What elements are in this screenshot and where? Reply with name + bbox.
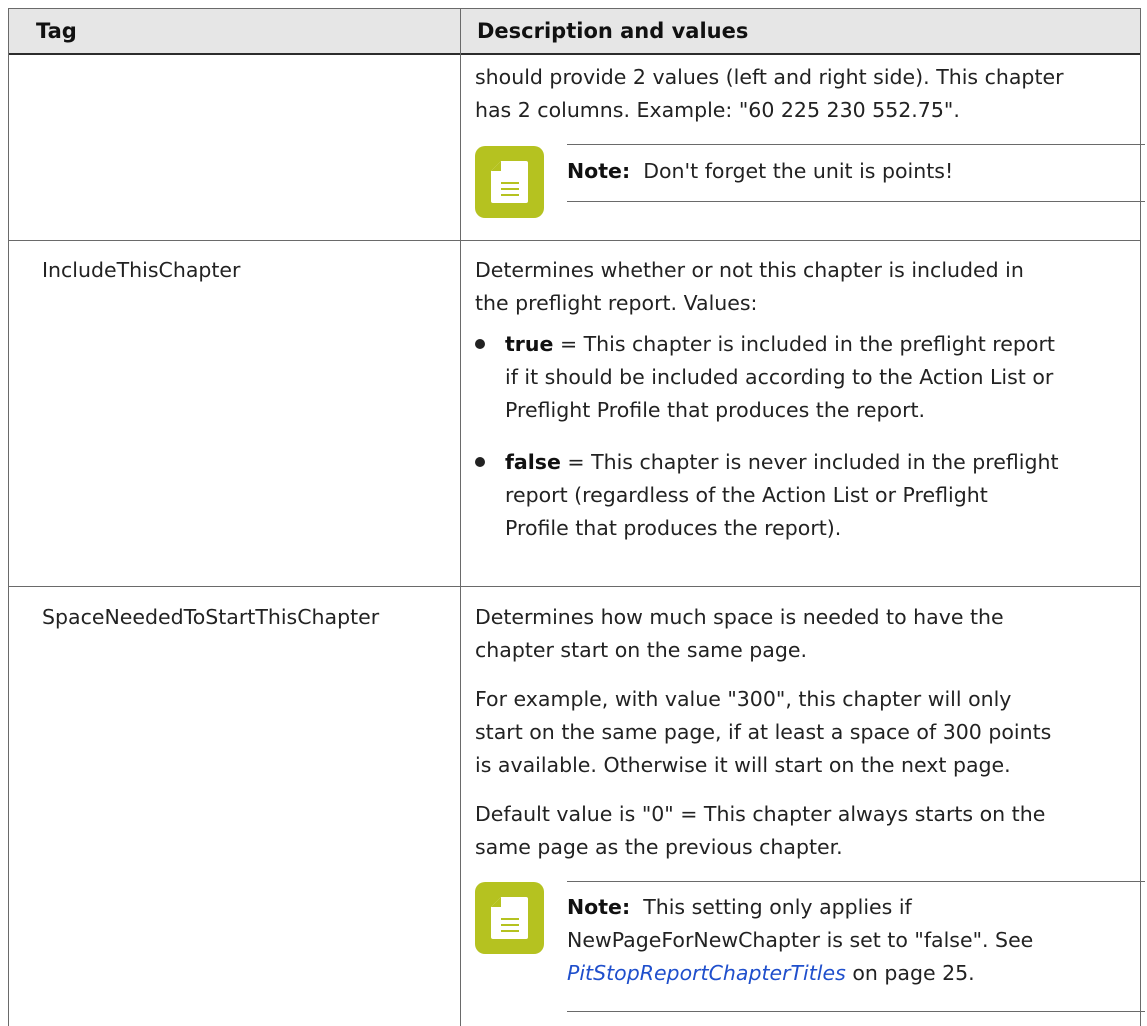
row3-tag: SpaceNeededToStartThisChapter — [42, 605, 380, 629]
row2-intro: Determines whether or not this chapter i… — [475, 254, 1145, 320]
row1-note-text: Don't forget the unit is points! — [643, 159, 954, 183]
bullet-false-line2: report (regardless of the Action List or… — [505, 483, 988, 507]
row3-note: Note: This setting only applies if NewPa… — [567, 891, 1147, 990]
row3-note-bottom-rule — [567, 1011, 1145, 1012]
header-underline — [9, 53, 1140, 55]
column-divider — [460, 8, 461, 1026]
row3-para1-line1: Determines how much space is needed to h… — [475, 605, 1004, 629]
row-separator-1 — [9, 240, 1140, 241]
row-separator-2 — [9, 586, 1140, 587]
chapter-titles-link[interactable]: PitStopReportChapterTitles — [567, 961, 846, 985]
table-header: Tag Description and values — [9, 8, 1140, 54]
bullet-true-dot — [475, 339, 485, 349]
header-description: Description and values — [477, 19, 749, 43]
note-icon — [475, 882, 544, 954]
tag-table: Tag Description and values should provid… — [8, 8, 1145, 1026]
row1-description: should provide 2 values (left and right … — [475, 61, 1145, 127]
row2-intro-line2: the preflight report. Values: — [475, 291, 758, 315]
row3-para2-line2: start on the same page, if at least a sp… — [475, 720, 1052, 744]
row1-note: Note: Don't forget the unit is points! — [567, 155, 1147, 188]
bullet-true: true = This chapter is included in the p… — [505, 328, 1145, 427]
row3-note-line2: NewPageForNewChapter is set to "false". … — [567, 928, 1034, 952]
bullet-true-line1: = This chapter is included in the prefli… — [553, 332, 1055, 356]
row1-note-top-rule — [567, 144, 1145, 145]
row3-note-line1: This setting only applies if — [643, 895, 912, 919]
row3-para2-line3: is available. Otherwise it will start on… — [475, 753, 1011, 777]
row3-note-after-link: on page 25. — [845, 961, 975, 985]
row3-para3-line2: same page as the previous chapter. — [475, 835, 843, 859]
row2-tag: IncludeThisChapter — [42, 258, 241, 282]
bullet-false-dot — [475, 457, 485, 467]
row1-note-bottom-rule — [567, 201, 1145, 202]
row3-para2: For example, with value "300", this chap… — [475, 683, 1145, 782]
row3-para2-line1: For example, with value "300", this chap… — [475, 687, 1012, 711]
row3-note-top-rule — [567, 881, 1145, 882]
note-icon — [475, 146, 544, 218]
bullet-true-line3: Preflight Profile that produces the repo… — [505, 398, 926, 422]
row1-line2: has 2 columns. Example: "60 225 230 552.… — [475, 98, 960, 122]
row1-note-label: Note: — [567, 159, 631, 183]
bullet-true-line2: if it should be included according to th… — [505, 365, 1054, 389]
bullet-true-term: true — [505, 332, 554, 356]
row1-line1: should provide 2 values (left and right … — [475, 65, 1064, 89]
row3-para1: Determines how much space is needed to h… — [475, 601, 1145, 667]
header-tag: Tag — [36, 19, 77, 43]
row2-intro-line1: Determines whether or not this chapter i… — [475, 258, 1024, 282]
bullet-false-term: false — [505, 450, 561, 474]
bullet-false-line1: = This chapter is never included in the … — [560, 450, 1059, 474]
bullet-false: false = This chapter is never included i… — [505, 446, 1145, 545]
row3-note-label: Note: — [567, 895, 631, 919]
bullet-false-line3: Profile that produces the report). — [505, 516, 842, 540]
row3-para3: Default value is "0" = This chapter alwa… — [475, 798, 1145, 864]
row3-para3-line1: Default value is "0" = This chapter alwa… — [475, 802, 1046, 826]
row3-para1-line2: chapter start on the same page. — [475, 638, 807, 662]
